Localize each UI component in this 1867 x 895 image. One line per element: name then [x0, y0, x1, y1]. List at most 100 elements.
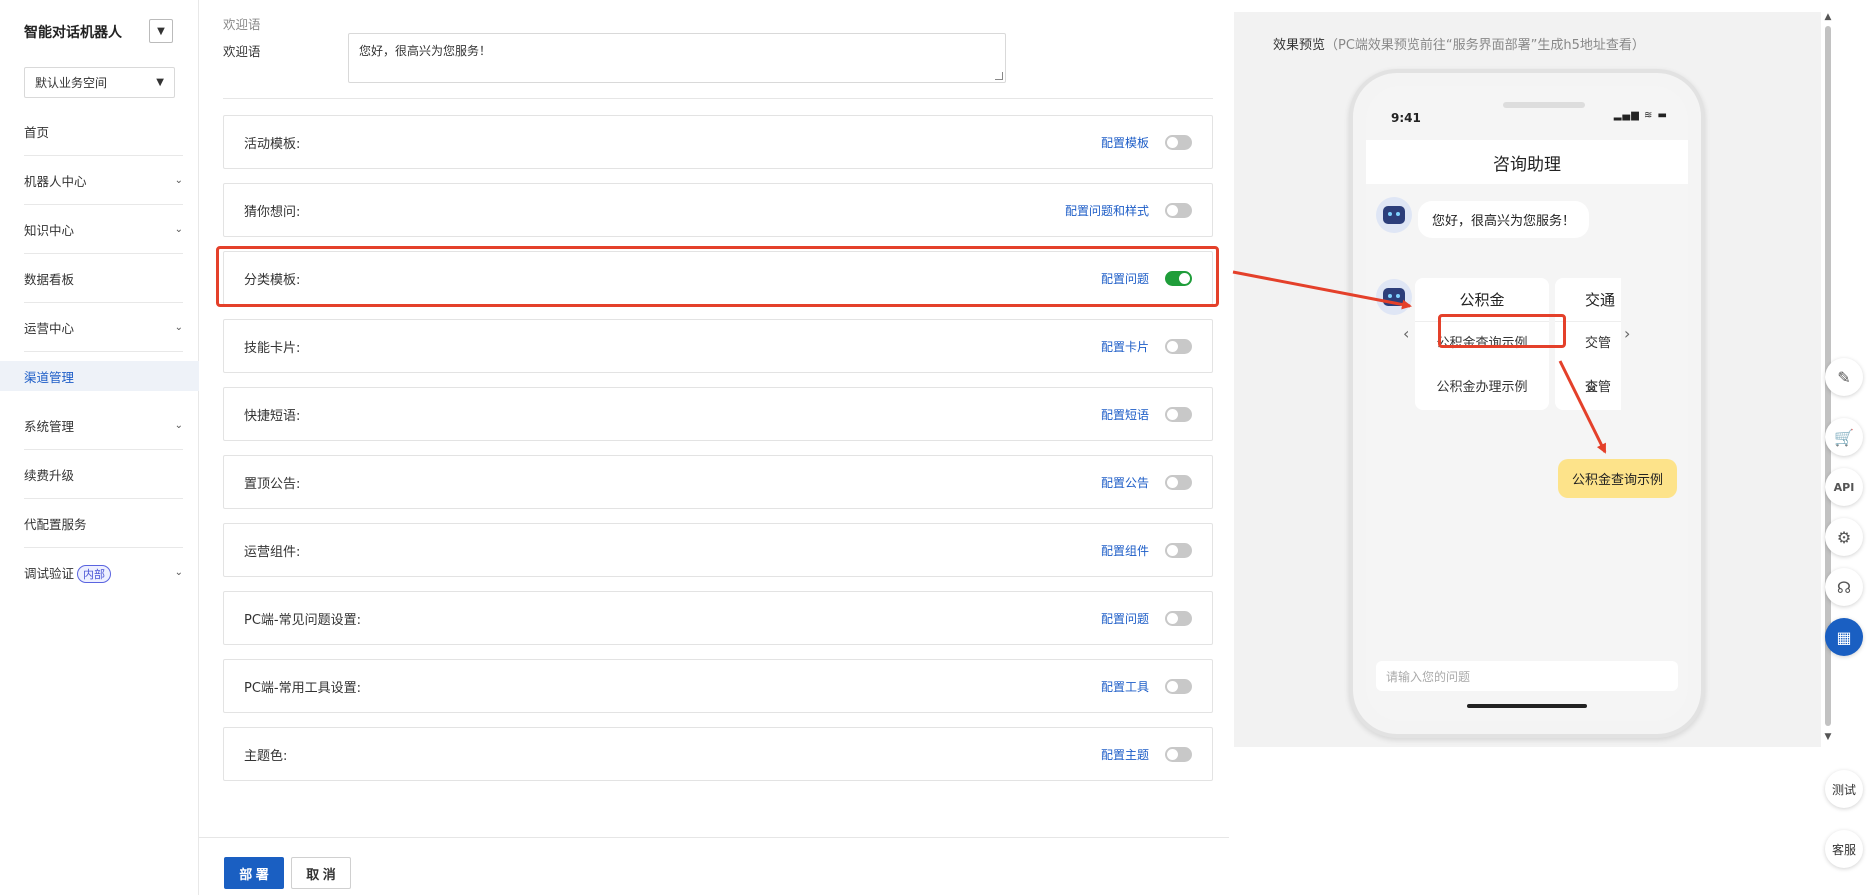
- config-row-label: PC端-常用工具设置:: [244, 680, 361, 696]
- config-row-pinned-notice: 置顶公告: 配置公告: [223, 455, 1213, 509]
- guess-questions-toggle[interactable]: [1165, 202, 1192, 218]
- chat-input[interactable]: 请输入您的问题: [1376, 661, 1678, 691]
- sidebar-item-label: 系统管理: [24, 418, 75, 434]
- sidebar-item-config-service[interactable]: 代配置服务: [24, 499, 183, 548]
- sidebar-item-home[interactable]: 首页: [24, 107, 183, 156]
- chat-input-placeholder: 请输入您的问题: [1386, 669, 1471, 684]
- config-card-link[interactable]: 配置卡片: [1101, 338, 1149, 355]
- phone-mockup: 9:41 ▂▄▆ ≋ ▬ 咨询助理 您好，很高兴为您服务！ ‹ 公积金 公积金查…: [1349, 69, 1705, 738]
- chevron-down-icon: ⌄: [174, 419, 183, 431]
- category-card-title: 公积金: [1415, 278, 1549, 322]
- config-theme-link[interactable]: 配置主题: [1101, 746, 1149, 763]
- preview-title: 效果预览（PC端效果预览前往“服务界面部署”生成h5地址查看）: [1273, 34, 1645, 53]
- config-row-theme-color: 主题色: 配置主题: [223, 727, 1213, 781]
- sidebar-item-renew[interactable]: 续费升级: [24, 450, 183, 499]
- chevron-down-icon: ⌄: [174, 174, 183, 186]
- cart-icon[interactable]: 🛒: [1825, 418, 1863, 456]
- apps-icon[interactable]: ▦: [1825, 618, 1863, 656]
- config-row-guess-questions: 猜你想问: 配置问题和样式: [223, 183, 1213, 237]
- category-template-toggle[interactable]: [1165, 270, 1192, 286]
- sidebar-item-dashboard[interactable]: 数据看板: [24, 254, 183, 303]
- scroll-up-icon[interactable]: ▲: [1823, 12, 1833, 22]
- resize-grip-icon[interactable]: [995, 72, 1003, 80]
- category-question-item[interactable]: 公积金办理示例: [1415, 366, 1549, 410]
- api-icon[interactable]: API: [1825, 468, 1863, 506]
- config-row-label: 猜你想问:: [244, 204, 301, 220]
- config-tools-link[interactable]: 配置工具: [1101, 678, 1149, 695]
- config-row-operations-widget: 运营组件: 配置组件: [223, 523, 1213, 577]
- workspace-select[interactable]: 默认业务空间 ▼: [24, 67, 175, 98]
- sidebar-item-bot-center[interactable]: 机器人中心 ⌄: [24, 156, 183, 205]
- component-config-list: 活动模板: 配置模板 猜你想问: 配置问题和样式 分类模板: 配置问题 技能卡片…: [223, 115, 1213, 795]
- test-button[interactable]: 测试: [1825, 770, 1863, 808]
- customer-service-label: 客服: [1831, 842, 1856, 857]
- category-question-item[interactable]: 交管查: [1555, 322, 1621, 395]
- welcome-section-title: 欢迎语: [223, 17, 261, 32]
- chevron-right-icon[interactable]: ›: [1624, 324, 1630, 343]
- activity-template-toggle[interactable]: [1165, 134, 1192, 150]
- category-question-item[interactable]: 公积金查询示例: [1415, 322, 1549, 366]
- config-row-label: 运营组件:: [244, 544, 301, 560]
- main-content: 欢迎语 欢迎语 您好，很高兴为您服务！ 活动模板: 配置模板 猜你想问: 配置问…: [199, 0, 1229, 895]
- sidebar-item-debug[interactable]: 调试验证 内部 ⌄: [24, 548, 183, 597]
- config-questions-link[interactable]: 配置问题: [1101, 270, 1149, 287]
- gear-icon[interactable]: ⚙: [1825, 518, 1863, 556]
- sidebar-item-channel[interactable]: 渠道管理: [0, 361, 199, 391]
- sidebar-item-label: 数据看板: [24, 271, 75, 287]
- cancel-button[interactable]: 取 消: [291, 857, 351, 889]
- config-questions-style-link[interactable]: 配置问题和样式: [1065, 202, 1149, 219]
- robot-icon: [1383, 288, 1405, 306]
- category-card-title: 交通: [1555, 278, 1621, 322]
- preview-hint: （PC端效果预览前往“服务界面部署”生成h5地址查看）: [1325, 38, 1645, 53]
- config-faq-link[interactable]: 配置问题: [1101, 610, 1149, 627]
- config-template-link[interactable]: 配置模板: [1101, 134, 1149, 151]
- chevron-down-icon: ⌄: [174, 223, 183, 235]
- welcome-label: 欢迎语: [223, 44, 261, 59]
- brand-dropdown-button[interactable]: ▼: [149, 19, 173, 43]
- config-row-label: 活动模板:: [244, 136, 301, 152]
- config-phrases-link[interactable]: 配置短语: [1101, 406, 1149, 423]
- config-row-skill-card: 技能卡片: 配置卡片: [223, 319, 1213, 373]
- pinned-notice-toggle[interactable]: [1165, 474, 1192, 490]
- skill-card-toggle[interactable]: [1165, 338, 1192, 354]
- config-notice-link[interactable]: 配置公告: [1101, 474, 1149, 491]
- config-row-category-template: 分类模板: 配置问题: [223, 251, 1213, 305]
- edit-icon[interactable]: ✎: [1825, 358, 1863, 396]
- config-row-label: 快捷短语:: [244, 408, 301, 424]
- home-indicator: [1467, 704, 1587, 708]
- signal-wifi-battery-icon: ▂▄▆ ≋ ▬: [1613, 110, 1668, 121]
- chevron-left-icon[interactable]: ‹: [1403, 324, 1409, 343]
- config-row-label: 置顶公告:: [244, 476, 301, 492]
- robot-icon: [1383, 206, 1405, 224]
- sidebar-item-operations[interactable]: 运营中心 ⌄: [24, 303, 183, 352]
- greeting-bubble: 您好，很高兴为您服务！: [1418, 201, 1590, 238]
- welcome-textarea[interactable]: 您好，很高兴为您服务！: [348, 33, 1006, 83]
- customer-service-button[interactable]: 客服: [1825, 830, 1863, 868]
- pc-tools-toggle[interactable]: [1165, 678, 1192, 694]
- scroll-down-icon[interactable]: ▼: [1823, 732, 1833, 742]
- config-row-label: 主题色:: [244, 748, 288, 764]
- sidebar-item-knowledge[interactable]: 知识中心 ⌄: [24, 205, 183, 254]
- sidebar: 智能对话机器人 ▼ 默认业务空间 ▼ 首页 机器人中心 ⌄ 知识中心 ⌄ 数据看板 …: [0, 0, 199, 895]
- deploy-button[interactable]: 部 署: [224, 857, 284, 889]
- sidebar-item-label: 调试验证: [24, 565, 75, 581]
- pc-faq-toggle[interactable]: [1165, 610, 1192, 626]
- config-row-label: PC端-常见问题设置:: [244, 612, 361, 628]
- config-row-pc-faq: PC端-常见问题设置: 配置问题: [223, 591, 1213, 645]
- quick-phrases-toggle[interactable]: [1165, 406, 1192, 422]
- operations-widget-toggle[interactable]: [1165, 542, 1192, 558]
- sidebar-item-system[interactable]: 系统管理 ⌄: [24, 401, 183, 450]
- headset-icon[interactable]: ☊: [1825, 568, 1863, 606]
- welcome-textarea-value: 您好，很高兴为您服务！: [359, 44, 492, 58]
- sidebar-menu: 首页 机器人中心 ⌄ 知识中心 ⌄ 数据看板 运营中心 ⌄ 渠道管理 系统管理 ⌄ 续费…: [0, 107, 199, 597]
- config-widget-link[interactable]: 配置组件: [1101, 542, 1149, 559]
- internal-badge: 内部: [77, 564, 112, 583]
- category-question-item[interactable]: 交管办: [1555, 366, 1621, 410]
- phone-screen: 9:41 ▂▄▆ ≋ ▬ 咨询助理 您好，很高兴为您服务！ ‹ 公积金 公积金查…: [1366, 86, 1688, 721]
- divider: [223, 98, 1213, 99]
- theme-color-toggle[interactable]: [1165, 746, 1192, 762]
- sidebar-item-label: 首页: [24, 124, 50, 140]
- config-row-pc-tools: PC端-常用工具设置: 配置工具: [223, 659, 1213, 713]
- test-label: 测试: [1831, 782, 1856, 797]
- brand-title: 智能对话机器人: [24, 25, 122, 41]
